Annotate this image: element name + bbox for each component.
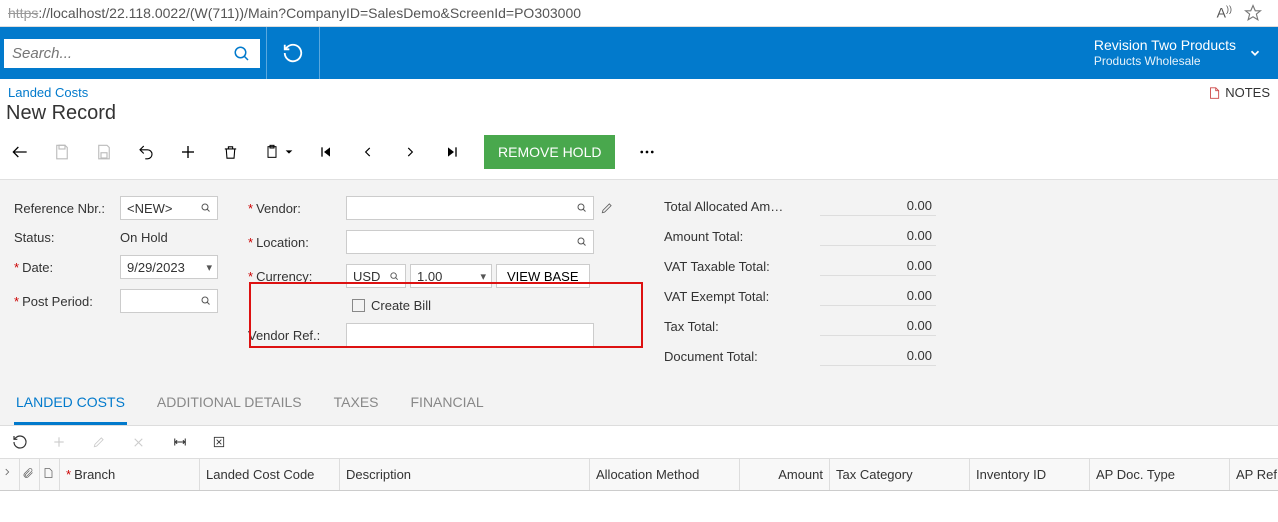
search-input[interactable] (4, 39, 224, 68)
pencil-icon[interactable] (600, 201, 614, 215)
tab-taxes[interactable]: TAXES (332, 382, 381, 425)
top-bar: Revision Two Products Products Wholesale (0, 27, 1278, 79)
last-icon[interactable] (442, 142, 462, 162)
chevron-down-icon (1248, 46, 1262, 60)
toolbar: REMOVE HOLD (0, 131, 1278, 180)
favorite-icon[interactable] (1244, 4, 1262, 22)
first-icon[interactable] (316, 142, 336, 162)
notes-button[interactable]: NOTES (1207, 85, 1270, 100)
note-icon (1207, 86, 1221, 100)
grid-col-inv[interactable]: Inventory ID (970, 459, 1090, 490)
grid-col-apref[interactable]: AP Ref. Nbr (1230, 459, 1278, 490)
post-period-selector[interactable] (120, 289, 218, 313)
clipboard-menu[interactable] (262, 142, 294, 162)
tab-landed-costs[interactable]: LANDED COSTS (14, 382, 127, 425)
ref-nbr-label: Reference Nbr.: (14, 201, 120, 216)
amount-total-value: 0.00 (820, 226, 936, 246)
form-summary: Reference Nbr.: <NEW> Status: On Hold *D… (0, 180, 1278, 382)
page-title: New Record (0, 102, 1278, 131)
save-close-icon (52, 142, 72, 162)
status-label: Status: (14, 230, 120, 245)
search-icon (389, 271, 400, 282)
vat-taxable-label: VAT Taxable Total: (664, 259, 820, 274)
grid-col-note (40, 459, 60, 490)
vat-taxable-value: 0.00 (820, 256, 936, 276)
grid-header: *Branch Landed Cost Code Description All… (0, 459, 1278, 491)
save-icon (94, 142, 114, 162)
detail-tabs: LANDED COSTS ADDITIONAL DETAILS TAXES FI… (0, 382, 1278, 426)
create-bill-label: Create Bill (371, 298, 431, 313)
grid-col-branch[interactable]: *Branch (60, 459, 200, 490)
total-alloc-label: Total Allocated Am… (664, 199, 820, 214)
company-name: Revision Two Products (1094, 36, 1236, 54)
doc-total-value: 0.00 (820, 346, 936, 366)
grid-col-amount[interactable]: Amount (740, 459, 830, 490)
grid-col-taxcat[interactable]: Tax Category (830, 459, 970, 490)
next-icon[interactable] (400, 142, 420, 162)
back-icon[interactable] (10, 142, 30, 162)
grid-export-icon[interactable] (212, 435, 228, 449)
vendor-label: *Vendor: (248, 201, 346, 216)
grid-col-apdoc[interactable]: AP Doc. Type (1090, 459, 1230, 490)
undo-icon[interactable] (136, 142, 156, 162)
grid-col-attachment (20, 459, 40, 490)
prev-icon[interactable] (358, 142, 378, 162)
tab-additional-details[interactable]: ADDITIONAL DETAILS (155, 382, 304, 425)
location-label: *Location: (248, 235, 346, 250)
chevron-down-icon: ▾ (480, 270, 486, 283)
company-selector[interactable]: Revision Two Products Products Wholesale (1078, 28, 1278, 78)
grid-fit-icon[interactable] (172, 435, 188, 449)
currency-label: *Currency: (248, 269, 346, 284)
grid-col-alloc[interactable]: Allocation Method (590, 459, 740, 490)
search-icon (576, 202, 588, 214)
grid-toolbar (0, 426, 1278, 459)
amount-total-label: Amount Total: (664, 229, 820, 244)
remove-hold-button[interactable]: REMOVE HOLD (484, 135, 615, 169)
grid-refresh-icon[interactable] (12, 434, 28, 450)
notes-label: NOTES (1225, 85, 1270, 100)
grid-col-selector[interactable] (0, 459, 20, 490)
search-icon[interactable] (224, 45, 260, 63)
tab-financial[interactable]: FINANCIAL (409, 382, 486, 425)
search-icon (200, 295, 212, 307)
browser-url-bar: https://localhost/22.118.0022/(W(711))/M… (0, 0, 1278, 27)
delete-icon[interactable] (220, 142, 240, 162)
tax-total-label: Tax Total: (664, 319, 820, 334)
post-period-label: *Post Period: (14, 294, 120, 309)
grid-col-code[interactable]: Landed Cost Code (200, 459, 340, 490)
grid-delete-icon (132, 436, 148, 449)
date-label: *Date: (14, 260, 120, 275)
vendor-ref-label: Vendor Ref.: (248, 328, 346, 343)
location-selector[interactable] (346, 230, 594, 254)
search-icon (576, 236, 588, 248)
view-base-button[interactable]: VIEW BASE (496, 264, 590, 288)
chevron-down-icon: ▾ (206, 261, 212, 274)
grid-edit-icon (92, 435, 108, 449)
url-text: https://localhost/22.118.0022/(W(711))/M… (8, 5, 1217, 21)
vat-exempt-value: 0.00 (820, 286, 936, 306)
create-bill-checkbox[interactable] (352, 299, 365, 312)
rate-selector[interactable]: 1.00▾ (410, 264, 492, 288)
vat-exempt-label: VAT Exempt Total: (664, 289, 820, 304)
more-icon[interactable] (637, 142, 657, 162)
grid-col-desc[interactable]: Description (340, 459, 590, 490)
doc-total-label: Document Total: (664, 349, 820, 364)
search-icon (200, 202, 212, 214)
breadcrumb[interactable]: Landed Costs (8, 85, 88, 100)
read-aloud-icon[interactable]: A)) (1217, 4, 1232, 22)
grid-add-icon (52, 435, 68, 449)
history-icon[interactable] (267, 42, 319, 64)
status-value: On Hold (120, 230, 168, 245)
date-selector[interactable]: 9/29/2023 ▾ (120, 255, 218, 279)
search-container (4, 35, 260, 71)
vendor-ref-input[interactable] (346, 323, 594, 347)
currency-selector[interactable]: USD (346, 264, 406, 288)
chevron-down-icon (284, 142, 294, 162)
add-icon[interactable] (178, 142, 198, 162)
company-branch: Products Wholesale (1094, 54, 1236, 70)
ref-nbr-selector[interactable]: <NEW> (120, 196, 218, 220)
vendor-selector[interactable] (346, 196, 594, 220)
tax-total-value: 0.00 (820, 316, 936, 336)
total-alloc-value: 0.00 (820, 196, 936, 216)
